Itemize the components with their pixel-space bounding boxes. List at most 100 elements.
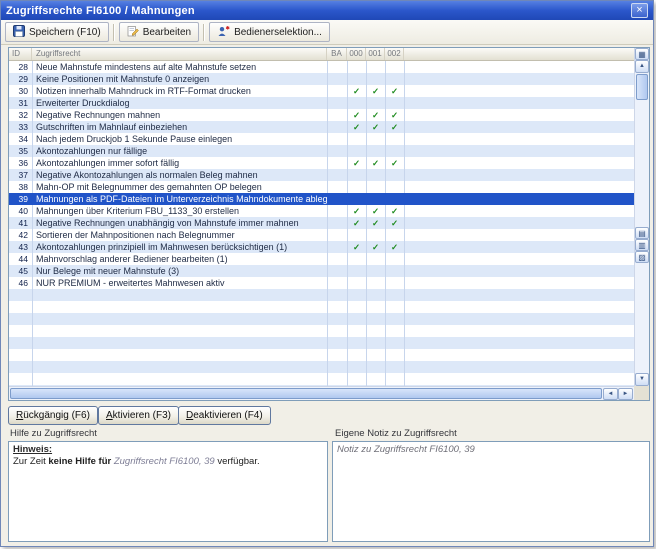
table-row[interactable]: 40Mahnungen über Kriterium FBU_1133_30 e… xyxy=(9,205,634,217)
row-label: Negative Rechnungen mahnen xyxy=(32,109,327,121)
row-id: 45 xyxy=(9,265,32,277)
column-header-ba[interactable]: BA xyxy=(327,48,347,60)
deactivate-button[interactable]: Deaktivieren (F4) xyxy=(178,406,271,425)
column-header-id[interactable]: ID xyxy=(9,48,32,60)
scroll-down-button[interactable]: ▼ xyxy=(635,373,649,386)
horizontal-scroll-thumb[interactable] xyxy=(10,388,602,399)
row-filler xyxy=(404,253,634,265)
table-row[interactable]: 34Nach jedem Druckjob 1 Sekunde Pause ei… xyxy=(9,133,634,145)
cell-check-002 xyxy=(385,181,404,193)
hint-text: Zur Zeit keine Hilfe für Zugriffsrecht F… xyxy=(13,456,323,467)
table-row[interactable]: 46NUR PREMIUM - erweitertes Mahnwesen ak… xyxy=(9,277,634,289)
operator-selection-label: Bedienerselektion... xyxy=(234,27,322,38)
table-row[interactable]: 30Notizen innerhalb Mahndruck im RTF-For… xyxy=(9,85,634,97)
table-row[interactable]: 31Erweiterter Druckdialog xyxy=(9,97,634,109)
cell-check-002: ✓ xyxy=(385,85,404,97)
help-panel: Hinweis: Zur Zeit keine Hilfe für Zugrif… xyxy=(8,441,328,542)
save-button[interactable]: Speichern (F10) xyxy=(5,22,109,42)
row-label: Akontozahlungen nur fällige xyxy=(32,145,327,157)
table-row[interactable]: 39Mahnungen als PDF-Dateien im Unterverz… xyxy=(9,193,634,205)
row-filler xyxy=(404,157,634,169)
cell-check-002: ✓ xyxy=(385,157,404,169)
cell-ba xyxy=(327,181,347,193)
title-bar[interactable]: Zugriffsrechte FI6100 / Mahnungen × xyxy=(1,1,653,20)
save-disk-icon xyxy=(13,25,25,40)
scroll-up-button[interactable]: ▲ xyxy=(635,60,649,73)
row-label: NUR PREMIUM - erweitertes Mahnwesen akti… xyxy=(32,277,327,289)
row-label: Mahnungen als PDF-Dateien im Unterverzei… xyxy=(32,193,327,205)
close-icon: × xyxy=(636,4,642,16)
row-id: 36 xyxy=(9,157,32,169)
row-filler xyxy=(404,85,634,97)
cell-check-000: ✓ xyxy=(347,241,366,253)
cell-ba xyxy=(327,133,347,145)
cell-check-000 xyxy=(347,97,366,109)
vertical-scrollbar[interactable]: ▦ ▲ ▤ ▥ ▨ ▼ xyxy=(634,48,649,386)
table-row[interactable]: 43Akontozahlungen prinzipiell im Mahnwes… xyxy=(9,241,634,253)
column-header-zugriffsrecht[interactable]: Zugriffsrecht xyxy=(32,48,327,60)
grid-rows: 28Neue Mahnstufe mindestens auf alte Mah… xyxy=(9,61,634,386)
row-filler xyxy=(404,277,634,289)
cell-ba xyxy=(327,169,347,181)
cell-ba xyxy=(327,241,347,253)
row-filler xyxy=(404,169,634,181)
cell-check-002 xyxy=(385,145,404,157)
row-filler xyxy=(404,241,634,253)
cell-check-002 xyxy=(385,193,404,205)
table-row[interactable]: 45Nur Belege mit neuer Mahnstufe (3) xyxy=(9,265,634,277)
vertical-scroll-thumb[interactable] xyxy=(636,74,648,100)
table-row[interactable]: 37Negative Akontozahlungen als normalen … xyxy=(9,169,634,181)
column-header-filler xyxy=(404,48,634,60)
hint-prefix: Zur Zeit xyxy=(13,456,48,467)
scroll-right-button[interactable]: ► xyxy=(618,388,633,400)
horizontal-scrollbar[interactable]: ◄ ► xyxy=(9,386,634,400)
table-row[interactable]: 33Gutschriften im Mahnlauf einbeziehen✓✓… xyxy=(9,121,634,133)
row-id: 42 xyxy=(9,229,32,241)
table-row[interactable]: 28Neue Mahnstufe mindestens auf alte Mah… xyxy=(9,61,634,73)
cell-ba xyxy=(327,229,347,241)
cell-check-000 xyxy=(347,133,366,145)
row-label: Mahn-OP mit Belegnummer des gemahnten OP… xyxy=(32,181,327,193)
row-filler xyxy=(404,121,634,133)
scrollbar-corner xyxy=(634,386,649,400)
table-row[interactable]: 44Mahnvorschlag anderer Bediener bearbei… xyxy=(9,253,634,265)
cell-check-000 xyxy=(347,61,366,73)
table-row[interactable]: 36Akontozahlungen immer sofort fällig✓✓✓ xyxy=(9,157,634,169)
rows-icon: ▤ xyxy=(638,229,646,238)
grid-extra-button-2[interactable]: ▥ xyxy=(635,239,649,251)
table-row[interactable]: 41Negative Rechnungen unabhängig von Mah… xyxy=(9,217,634,229)
arrow-right-icon: ► xyxy=(623,391,629,397)
cell-check-002: ✓ xyxy=(385,121,404,133)
grid-extra-button-1[interactable]: ▤ xyxy=(635,227,649,239)
note-panel-title: Eigene Notiz zu Zugriffsrecht xyxy=(335,428,457,439)
close-button[interactable]: × xyxy=(631,3,648,18)
operator-selection-button[interactable]: Bedienerselektion... xyxy=(209,22,330,42)
table-row[interactable]: 35Akontozahlungen nur fällige xyxy=(9,145,634,157)
row-filler xyxy=(404,181,634,193)
scroll-track[interactable] xyxy=(635,263,649,373)
cell-ba xyxy=(327,205,347,217)
column-header-001[interactable]: 001 xyxy=(366,48,385,60)
cell-check-001 xyxy=(366,169,385,181)
note-panel[interactable]: Notiz zu Zugriffsrecht FI6100, 39 xyxy=(332,441,650,542)
arrow-up-icon: ▲ xyxy=(639,63,645,69)
toolbar-separator xyxy=(203,24,205,41)
cell-ba xyxy=(327,145,347,157)
row-id: 29 xyxy=(9,73,32,85)
scroll-track[interactable] xyxy=(635,101,649,227)
row-label: Sortieren der Mahnpositionen nach Belegn… xyxy=(32,229,327,241)
undo-button[interactable]: Rückgängig (F6) xyxy=(8,406,98,425)
column-customize-button[interactable]: ▦ xyxy=(635,48,649,60)
cell-check-002 xyxy=(385,133,404,145)
table-row[interactable]: 42Sortieren der Mahnpositionen nach Bele… xyxy=(9,229,634,241)
table-row[interactable]: 32Negative Rechnungen mahnen✓✓✓ xyxy=(9,109,634,121)
row-label: Neue Mahnstufe mindestens auf alte Mahns… xyxy=(32,61,327,73)
grid-extra-button-3[interactable]: ▨ xyxy=(635,251,649,263)
edit-button[interactable]: Bearbeiten xyxy=(119,22,199,42)
activate-button[interactable]: Aktivieren (F3) xyxy=(98,406,179,425)
scroll-left-button[interactable]: ◄ xyxy=(603,388,618,400)
column-header-000[interactable]: 000 xyxy=(347,48,366,60)
column-header-002[interactable]: 002 xyxy=(385,48,404,60)
table-row[interactable]: 29Keine Positionen mit Mahnstufe 0 anzei… xyxy=(9,73,634,85)
table-row[interactable]: 38Mahn-OP mit Belegnummer des gemahnten … xyxy=(9,181,634,193)
